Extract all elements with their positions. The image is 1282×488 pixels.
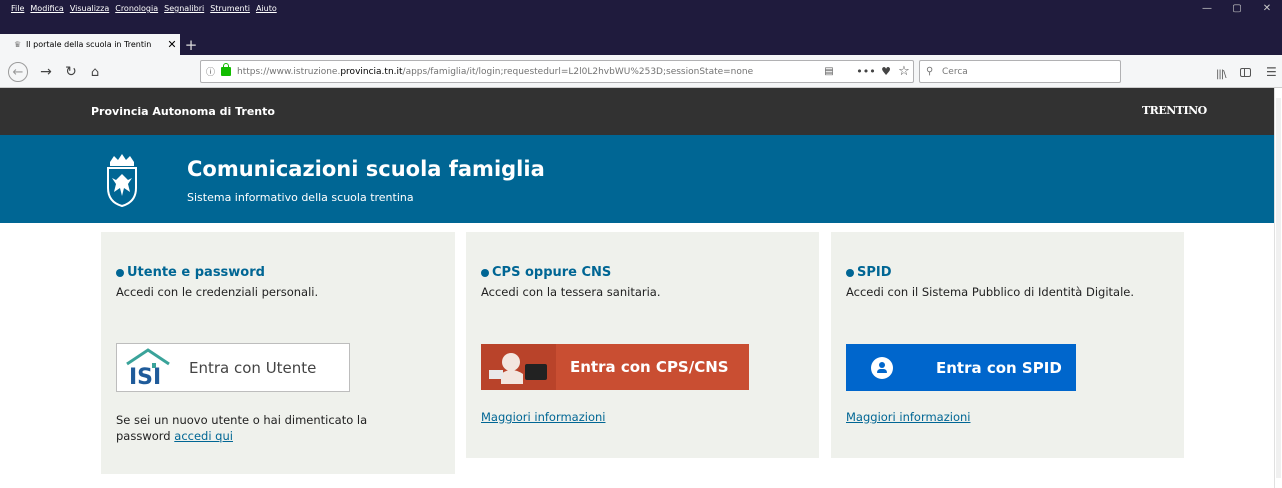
- forward-icon[interactable]: →: [36, 62, 56, 82]
- tab-active[interactable]: ♛ Il portale della scuola in Trentin ✕: [0, 34, 180, 55]
- hamburger-menu-icon[interactable]: ☰: [1266, 65, 1277, 79]
- smartcard-reader-icon: [481, 344, 556, 390]
- login-cps-label: Entra con CPS/CNS: [570, 358, 729, 376]
- minimize-icon[interactable]: —: [1192, 0, 1222, 17]
- svg-text:ISI: ISI: [129, 365, 161, 390]
- tab-title: Il portale della scuola in Trentin: [26, 40, 152, 49]
- info-icon[interactable]: ⓘ: [206, 65, 218, 78]
- scrollbar-thumb[interactable]: [1276, 98, 1281, 478]
- card-description: Accedi con le credenziali personali.: [116, 285, 319, 299]
- card-description: Accedi con la tessera sanitaria.: [481, 285, 661, 299]
- url-bar[interactable]: ⓘ https://www.istruzione.provincia.tn.it…: [200, 60, 914, 83]
- new-tab-icon[interactable]: +: [184, 34, 198, 55]
- card-title-text: Utente e password: [127, 265, 265, 280]
- page-actions-icon[interactable]: •••: [855, 65, 877, 78]
- search-input[interactable]: ⚲ Cerca: [919, 60, 1121, 83]
- search-icon: ⚲: [926, 66, 934, 77]
- tab-close-icon[interactable]: ✕: [164, 38, 180, 51]
- site-header: Comunicazioni scuola famiglia Sistema in…: [0, 135, 1274, 223]
- login-card-cps: CPS oppure CNS Accedi con la tessera san…: [466, 232, 819, 458]
- card-title-text: CPS oppure CNS: [492, 265, 612, 280]
- sidebar-toggle-icon[interactable]: [1240, 68, 1251, 77]
- menu-strumenti[interactable]: Strumenti: [207, 4, 253, 13]
- close-window-icon[interactable]: ✕: [1252, 0, 1282, 17]
- more-info-link[interactable]: Maggiori informazioni: [481, 410, 605, 424]
- login-card-utente: Utente e password Accedi con le credenzi…: [101, 232, 455, 474]
- card-title: CPS oppure CNS: [481, 265, 611, 280]
- browser-menubar: File Modifica Visualizza Cronologia Segn…: [0, 0, 1282, 17]
- page-scrollbar[interactable]: [1274, 88, 1282, 488]
- more-info-link[interactable]: Maggiori informazioni: [846, 410, 970, 424]
- bullet-icon: [116, 268, 124, 277]
- top-bar: Provincia Autonoma di Trento TRENTINO: [0, 88, 1274, 135]
- login-spid-button[interactable]: Entra con SPID: [846, 344, 1076, 391]
- url-prefix: https://www.istruzione.: [237, 66, 341, 77]
- url-domain: provincia.tn.it: [340, 66, 403, 77]
- card-title: Utente e password: [116, 265, 265, 280]
- back-icon[interactable]: ←: [8, 62, 28, 82]
- card-description: Accedi con il Sistema Pubblico di Identi…: [846, 285, 1135, 299]
- reader-view-icon[interactable]: ▤: [821, 66, 837, 77]
- pocket-icon[interactable]: ♥: [877, 65, 895, 78]
- menu-cronologia[interactable]: Cronologia: [112, 4, 161, 13]
- window-controls: — ▢ ✕: [1192, 0, 1282, 17]
- menu-file[interactable]: File: [8, 4, 27, 13]
- bullet-icon: [481, 268, 489, 277]
- crest-favicon-icon: ♛: [14, 40, 22, 49]
- spid-user-icon: [871, 356, 893, 379]
- bullet-icon: [846, 268, 854, 277]
- url-suffix: /apps/famiglia/it/login;requestedurl=L2l…: [402, 66, 754, 77]
- card-title: SPID: [846, 265, 892, 280]
- search-placeholder: Cerca: [942, 66, 968, 77]
- region-name[interactable]: Provincia Autonoma di Trento: [91, 105, 275, 118]
- isi-house-icon: ISI: [126, 348, 170, 390]
- login-card-spid: SPID Accedi con il Sistema Pubblico di I…: [831, 232, 1184, 458]
- site-subtitle: Sistema informativo della scuola trentin…: [187, 191, 414, 204]
- tab-strip: ♛ Il portale della scuola in Trentin ✕ +: [0, 17, 1282, 55]
- menu-segnalibri[interactable]: Segnalibri: [161, 4, 207, 13]
- navigation-toolbar: ← → ↻ ⌂ ⓘ https://www.istruzione.provinc…: [0, 55, 1282, 88]
- new-user-note-text: Se sei un nuovo utente o hai dimenticato…: [116, 413, 368, 443]
- card-title-text: SPID: [857, 265, 892, 280]
- menu-visualizza[interactable]: Visualizza: [67, 4, 112, 13]
- new-user-note: Se sei un nuovo utente o hai dimenticato…: [116, 412, 416, 444]
- reload-icon[interactable]: ↻: [61, 62, 81, 82]
- menu-aiuto[interactable]: Aiuto: [253, 4, 280, 13]
- lock-icon[interactable]: [221, 63, 231, 76]
- page-content: Provincia Autonoma di Trento TRENTINO Co…: [0, 88, 1282, 488]
- url-text[interactable]: https://www.istruzione.provincia.tn.it/a…: [237, 67, 821, 77]
- login-utente-label: Entra con Utente: [189, 358, 317, 377]
- home-icon[interactable]: ⌂: [85, 62, 105, 82]
- login-utente-button[interactable]: ISI Entra con Utente: [116, 343, 350, 392]
- library-icon[interactable]: |||\: [1216, 69, 1227, 80]
- login-spid-label: Entra con SPID: [936, 358, 1062, 377]
- crest-icon: [107, 154, 137, 208]
- recover-access-link[interactable]: accedi qui: [174, 429, 233, 443]
- menu-modifica[interactable]: Modifica: [27, 4, 66, 13]
- trentino-logo[interactable]: TRENTINO: [1142, 104, 1207, 117]
- bookmark-star-icon[interactable]: ☆: [895, 64, 913, 79]
- site-title: Comunicazioni scuola famiglia: [187, 157, 545, 181]
- login-cps-button[interactable]: Entra con CPS/CNS: [481, 344, 749, 390]
- restore-icon[interactable]: ▢: [1222, 0, 1252, 17]
